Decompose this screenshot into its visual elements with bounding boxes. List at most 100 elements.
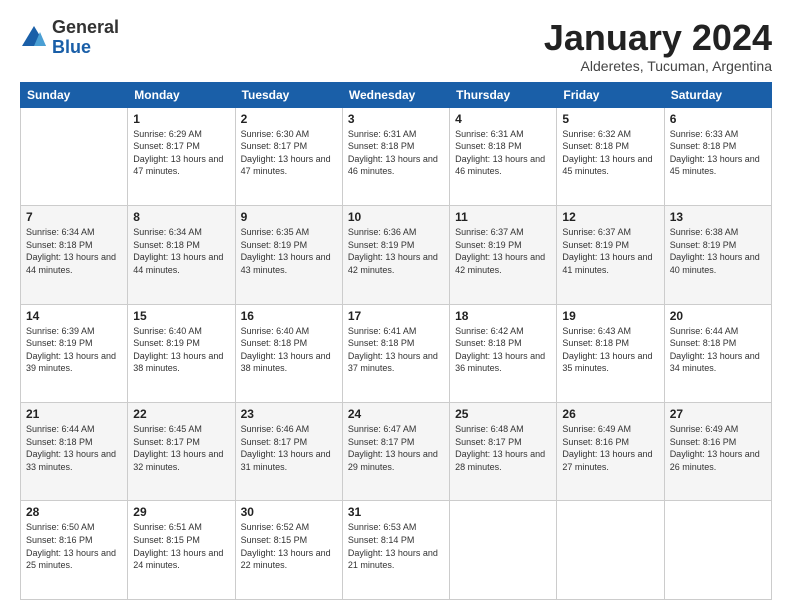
daylight-text: Daylight: 13 hours and 38 minutes. — [133, 351, 223, 374]
day-number: 19 — [562, 309, 658, 323]
sunrise-text: Sunrise: 6:37 AM — [562, 227, 631, 237]
sunrise-text: Sunrise: 6:45 AM — [133, 424, 202, 434]
daylight-text: Daylight: 13 hours and 38 minutes. — [241, 351, 331, 374]
day-number: 29 — [133, 505, 229, 519]
sunset-text: Sunset: 8:19 PM — [348, 240, 415, 250]
daylight-text: Daylight: 13 hours and 41 minutes. — [562, 252, 652, 275]
calendar-cell: 18Sunrise: 6:42 AMSunset: 8:18 PMDayligh… — [450, 304, 557, 402]
day-info: Sunrise: 6:43 AMSunset: 8:18 PMDaylight:… — [562, 325, 658, 375]
daylight-text: Daylight: 13 hours and 28 minutes. — [455, 449, 545, 472]
daylight-text: Daylight: 13 hours and 37 minutes. — [348, 351, 438, 374]
header-saturday: Saturday — [664, 82, 771, 107]
sunrise-text: Sunrise: 6:34 AM — [26, 227, 95, 237]
day-number: 6 — [670, 112, 766, 126]
sunrise-text: Sunrise: 6:40 AM — [133, 326, 202, 336]
daylight-text: Daylight: 13 hours and 21 minutes. — [348, 548, 438, 571]
sunset-text: Sunset: 8:19 PM — [133, 338, 200, 348]
sunrise-text: Sunrise: 6:36 AM — [348, 227, 417, 237]
header-tuesday: Tuesday — [235, 82, 342, 107]
sunrise-text: Sunrise: 6:48 AM — [455, 424, 524, 434]
sunrise-text: Sunrise: 6:31 AM — [348, 129, 417, 139]
day-info: Sunrise: 6:37 AMSunset: 8:19 PMDaylight:… — [562, 226, 658, 276]
calendar-cell: 14Sunrise: 6:39 AMSunset: 8:19 PMDayligh… — [21, 304, 128, 402]
sunset-text: Sunset: 8:15 PM — [241, 535, 308, 545]
day-info: Sunrise: 6:29 AMSunset: 8:17 PMDaylight:… — [133, 128, 229, 178]
logo-general: General — [52, 18, 119, 38]
day-info: Sunrise: 6:42 AMSunset: 8:18 PMDaylight:… — [455, 325, 551, 375]
day-number: 27 — [670, 407, 766, 421]
day-info: Sunrise: 6:40 AM Sunset: 8:19 PM Daylight:… — [133, 325, 229, 375]
daylight-text: Daylight: 13 hours and 27 minutes. — [562, 449, 652, 472]
daylight-text: Daylight: 13 hours and 34 minutes. — [670, 351, 760, 374]
calendar-cell: 19 Sunrise: 6:43 AMSunset: 8:18 PMDayligh… — [557, 304, 664, 402]
sunset-text: Sunset: 8:19 PM — [26, 338, 93, 348]
sunset-text: Sunset: 8:16 PM — [562, 437, 629, 447]
day-info: Sunrise: 6:47 AMSunset: 8:17 PMDaylight:… — [348, 423, 444, 473]
sunset-text: Sunset: 8:19 PM — [670, 240, 737, 250]
day-info: Sunrise: 6:34 AMSunset: 8:18 PMDaylight:… — [133, 226, 229, 276]
day-info: Sunrise: 6:31 AMSunset: 8:18 PMDaylight:… — [348, 128, 444, 178]
calendar-cell: 10Sunrise: 6:36 AMSunset: 8:19 PMDayligh… — [342, 206, 449, 304]
calendar-week-5: 28Sunrise: 6:50 AMSunset: 8:16 PMDayligh… — [21, 501, 772, 600]
calendar-cell: 25Sunrise: 6:48 AMSunset: 8:17 PMDayligh… — [450, 403, 557, 501]
daylight-text: Daylight: 13 hours and 47 minutes. — [133, 154, 223, 177]
sunset-text: Sunset: 8:18 PM — [26, 240, 93, 250]
calendar-cell: 29Sunrise: 6:51 AMSunset: 8:15 PMDayligh… — [128, 501, 235, 600]
sunset-text: Sunset: 8:17 PM — [133, 437, 200, 447]
day-number: 28 — [26, 505, 122, 519]
header-wednesday: Wednesday — [342, 82, 449, 107]
day-info: Sunrise: 6:38 AM Sunset: 8:19 PM Daylight:… — [670, 226, 766, 276]
day-number: 14 — [26, 309, 122, 323]
calendar-cell: 13Sunrise: 6:38 AMSunset: 8:19 PMDayligh… — [664, 206, 771, 304]
location-subtitle: Alderetes, Tucuman, Argentina — [544, 58, 772, 74]
day-number: 20 — [670, 309, 766, 323]
day-number: 8 — [133, 210, 229, 224]
sunrise-text: Sunrise: 6:49 AM — [562, 424, 631, 434]
daylight-text: Daylight: 13 hours and 45 minutes. — [562, 154, 652, 177]
page: General Blue January 2024 Alderetes, Tuc… — [0, 0, 792, 612]
day-info: Sunrise: 6:45 AMSunset: 8:17 PMDaylight:… — [133, 423, 229, 473]
daylight-text: Daylight: 13 hours and 25 minutes. — [26, 548, 116, 571]
calendar-cell: 23Sunrise: 6:46 AMSunset: 8:17 PMDayligh… — [235, 403, 342, 501]
day-info: Sunrise: 6:36 AM Sunset: 8:19 PM Daylight:… — [348, 226, 444, 276]
daylight-text: Daylight: 13 hours and 42 minutes. — [455, 252, 545, 275]
sunrise-text: Sunrise: 6:44 AM — [26, 424, 95, 434]
sunrise-text: Sunrise: 6:35 AM — [241, 227, 310, 237]
daylight-text: Daylight: 13 hours and 43 minutes. — [241, 252, 331, 275]
sunrise-text: Sunrise: 6:29 AM — [133, 129, 202, 139]
title-block: January 2024 Alderetes, Tucuman, Argenti… — [544, 18, 772, 74]
sunrise-text: Sunrise: 6:37 AM — [455, 227, 524, 237]
sunset-text: Sunset: 8:17 PM — [241, 141, 308, 151]
sunset-text: Sunset: 8:18 PM — [348, 338, 415, 348]
daylight-text: Daylight: 13 hours and 31 minutes. — [241, 449, 331, 472]
sunrise-text: Sunrise: 6:49 AM — [670, 424, 739, 434]
daylight-text: Daylight: 13 hours and 42 minutes. — [348, 252, 438, 275]
daylight-text: Daylight: 13 hours and 26 minutes. — [670, 449, 760, 472]
calendar-cell: 24Sunrise: 6:47 AMSunset: 8:17 PMDayligh… — [342, 403, 449, 501]
sunset-text: Sunset: 8:17 PM — [348, 437, 415, 447]
logo: General Blue — [20, 18, 119, 58]
sunrise-text: Sunrise: 6:47 AM — [348, 424, 417, 434]
day-info: Sunrise: 6:34 AMSunset: 8:18 PMDaylight:… — [26, 226, 122, 276]
calendar-cell: 28Sunrise: 6:50 AMSunset: 8:16 PMDayligh… — [21, 501, 128, 600]
day-number: 30 — [241, 505, 337, 519]
day-info: Sunrise: 6:41 AMSunset: 8:18 PMDaylight:… — [348, 325, 444, 375]
day-number: 23 — [241, 407, 337, 421]
sunrise-text: Sunrise: 6:38 AM — [670, 227, 739, 237]
sunrise-text: Sunrise: 6:34 AM — [133, 227, 202, 237]
sunset-text: Sunset: 8:18 PM — [348, 141, 415, 151]
calendar-cell: 15Sunrise: 6:40 AMSunset: 8:19 PMDayligh… — [128, 304, 235, 402]
sunrise-text: Sunrise: 6:32 AM — [562, 129, 631, 139]
sunset-text: Sunset: 8:19 PM — [241, 240, 308, 250]
calendar-cell: 31Sunrise: 6:53 AMSunset: 8:14 PMDayligh… — [342, 501, 449, 600]
day-number: 22 — [133, 407, 229, 421]
sunrise-text: Sunrise: 6:53 AM — [348, 522, 417, 532]
sunrise-text: Sunrise: 6:40 AM — [241, 326, 310, 336]
day-info: Sunrise: 6:32 AMSunset: 8:18 PMDaylight:… — [562, 128, 658, 178]
sunrise-text: Sunrise: 6:46 AM — [241, 424, 310, 434]
daylight-text: Daylight: 13 hours and 40 minutes. — [670, 252, 760, 275]
sunset-text: Sunset: 8:18 PM — [670, 141, 737, 151]
logo-blue: Blue — [52, 38, 119, 58]
logo-text: General Blue — [52, 18, 119, 58]
day-number: 26 — [562, 407, 658, 421]
